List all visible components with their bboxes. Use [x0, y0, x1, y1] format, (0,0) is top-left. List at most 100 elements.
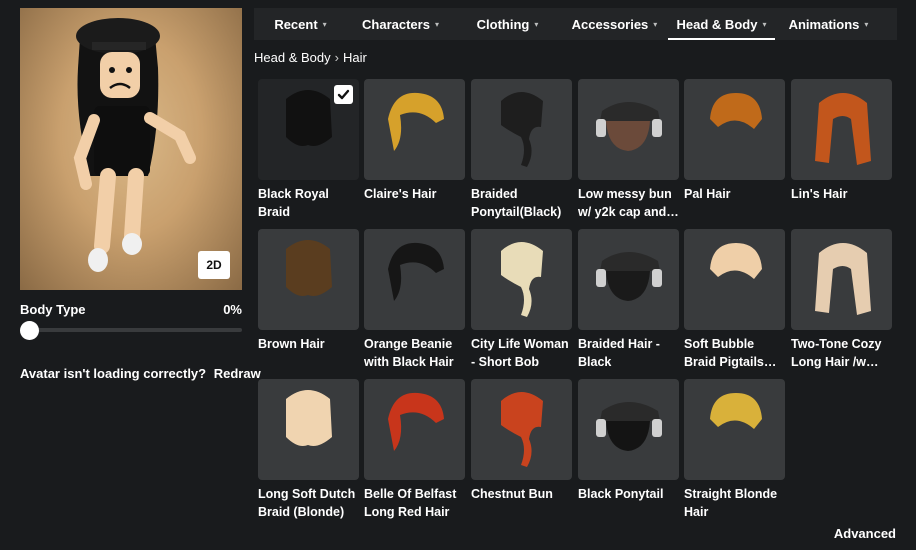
item-thumbnail — [364, 79, 465, 180]
hair-item[interactable]: Two-Tone Cozy Long Hair /w Cap — [791, 229, 892, 371]
hair-thumbnail-icon — [388, 392, 444, 451]
item-name: Braided Hair - Black — [578, 337, 660, 369]
hair-thumbnail-icon — [710, 243, 762, 279]
item-thumbnail — [791, 79, 892, 180]
body-type-slider-track[interactable] — [20, 328, 242, 332]
tab-label: Accessories — [571, 16, 649, 32]
body-type-label: Body Type — [20, 302, 86, 317]
item-name: Claire's Hair — [364, 187, 437, 201]
avatar-loading-message: Avatar isn't loading correctly? Redraw — [20, 366, 261, 381]
body-type-value: 0% — [223, 302, 242, 317]
hair-thumbnail-icon — [501, 392, 543, 467]
item-thumbnail — [684, 379, 785, 480]
chevron-down-icon: ▾ — [653, 19, 658, 29]
hair-item[interactable]: Black Royal Braid — [258, 79, 359, 221]
hair-thumbnail-icon — [596, 252, 662, 301]
item-name: Black Ponytail — [578, 487, 664, 501]
hair-thumbnail-icon — [596, 102, 662, 151]
item-thumbnail — [578, 79, 679, 180]
item-thumbnail — [364, 229, 465, 330]
advanced-link[interactable]: Advanced — [834, 526, 896, 541]
hair-thumbnail-icon — [710, 93, 762, 129]
breadcrumb: Head & Body › Hair — [254, 50, 367, 65]
tab-animations[interactable]: Animations ▾ — [775, 8, 882, 40]
hair-thumbnail-icon — [815, 93, 871, 165]
item-name: Chestnut Bun — [471, 487, 553, 501]
hair-item[interactable]: Claire's Hair — [364, 79, 465, 204]
hair-item[interactable]: Orange Beanie with Black Hair — [364, 229, 465, 371]
hair-thumbnail-icon — [286, 390, 332, 446]
item-name: Orange Beanie with Black Hair — [364, 337, 454, 369]
item-thumbnail — [364, 379, 465, 480]
hair-thumbnail-icon — [286, 240, 332, 296]
item-thumbnail — [258, 229, 359, 330]
tab-head-body[interactable]: Head & Body ▾ — [668, 8, 775, 40]
breadcrumb-current: Hair — [342, 50, 367, 65]
hair-thumbnail-icon — [501, 92, 543, 167]
body-type-row: Body Type 0% — [20, 302, 242, 317]
hair-item[interactable]: Braided Hair - Black — [578, 229, 679, 371]
item-thumbnail — [578, 229, 679, 330]
hair-thumbnail-icon — [710, 393, 762, 429]
hair-thumbnail-icon — [388, 92, 444, 151]
chevron-down-icon: ▾ — [864, 19, 869, 29]
hair-thumbnail-icon — [501, 242, 543, 317]
item-name: City Life Woman - Short Bob — [471, 337, 569, 369]
chevron-down-icon: ▾ — [534, 19, 539, 29]
hair-item[interactable]: Pal Hair — [684, 79, 785, 204]
hair-thumbnail-icon — [815, 243, 871, 315]
hair-item[interactable]: City Life Woman - Short Bob — [471, 229, 572, 371]
item-name: Soft Bubble Braid Pigtails (Blonde) — [684, 337, 764, 369]
category-tabs: Recent ▾ Characters ▾ Clothing ▾ Accessories ▾ H… — [254, 8, 897, 40]
item-name: Pal Hair — [684, 187, 731, 201]
item-thumbnail — [684, 79, 785, 180]
hair-item[interactable]: Brown Hair — [258, 229, 359, 354]
item-thumbnail — [791, 229, 892, 330]
hair-thumbnail-icon — [596, 402, 662, 451]
item-name: Braided Ponytail(Black) — [471, 187, 562, 219]
item-name: Long Soft Dutch Braid (Blonde) — [258, 487, 356, 519]
item-thumbnail — [684, 229, 785, 330]
item-name: Two-Tone Cozy Long Hair /w Cap — [791, 337, 882, 369]
hair-item[interactable]: Straight Blonde Hair — [684, 379, 785, 521]
hair-item[interactable]: Low messy bun w/ y2k cap and headphones — [578, 79, 679, 221]
item-name: Lin's Hair — [791, 187, 848, 201]
breadcrumb-parent[interactable]: Head & Body — [254, 50, 331, 65]
tab-label: Head & Body — [676, 16, 758, 32]
tab-accessories[interactable]: Accessories ▾ — [561, 8, 668, 40]
hair-item[interactable]: Black Ponytail — [578, 379, 679, 504]
avatar-loading-text: Avatar isn't loading correctly? — [20, 366, 207, 381]
item-thumbnail — [471, 379, 572, 480]
item-name: Straight Blonde Hair — [684, 487, 778, 519]
hair-item[interactable]: Belle Of Belfast Long Red Hair — [364, 379, 465, 521]
hair-item[interactable]: Long Soft Dutch Braid (Blonde) — [258, 379, 359, 521]
hair-item[interactable]: Chestnut Bun — [471, 379, 572, 504]
item-name: Black Royal Braid — [258, 187, 329, 219]
tab-label: Clothing — [476, 16, 530, 32]
hair-item[interactable]: Lin's Hair — [791, 79, 892, 204]
tab-label: Recent — [274, 16, 318, 32]
hair-item[interactable]: Braided Ponytail(Black) — [471, 79, 572, 221]
item-name: Brown Hair — [258, 337, 325, 351]
avatar-preview[interactable]: 2D — [20, 8, 242, 290]
tab-clothing[interactable]: Clothing ▾ — [454, 8, 561, 40]
selected-check-icon — [334, 85, 353, 104]
item-thumbnail — [258, 79, 359, 180]
view-2d-button[interactable]: 2D — [198, 251, 230, 279]
item-thumbnail — [578, 379, 679, 480]
body-type-slider-thumb[interactable] — [20, 321, 39, 340]
hair-thumbnail-icon — [388, 242, 444, 301]
chevron-down-icon: ▾ — [322, 19, 327, 29]
item-thumbnail — [471, 229, 572, 330]
hair-item[interactable]: Soft Bubble Braid Pigtails (Blonde) — [684, 229, 785, 371]
breadcrumb-separator-icon: › — [334, 50, 339, 65]
chevron-down-icon: ▾ — [434, 19, 439, 29]
redraw-link[interactable]: Redraw — [214, 366, 261, 381]
tab-label: Animations — [788, 16, 860, 32]
tab-characters[interactable]: Characters ▾ — [347, 8, 454, 40]
item-thumbnail — [471, 79, 572, 180]
chevron-down-icon: ▾ — [762, 19, 767, 29]
tab-label: Characters — [362, 16, 430, 32]
tab-recent[interactable]: Recent ▾ — [254, 8, 347, 40]
item-name: Belle Of Belfast Long Red Hair — [364, 487, 457, 519]
